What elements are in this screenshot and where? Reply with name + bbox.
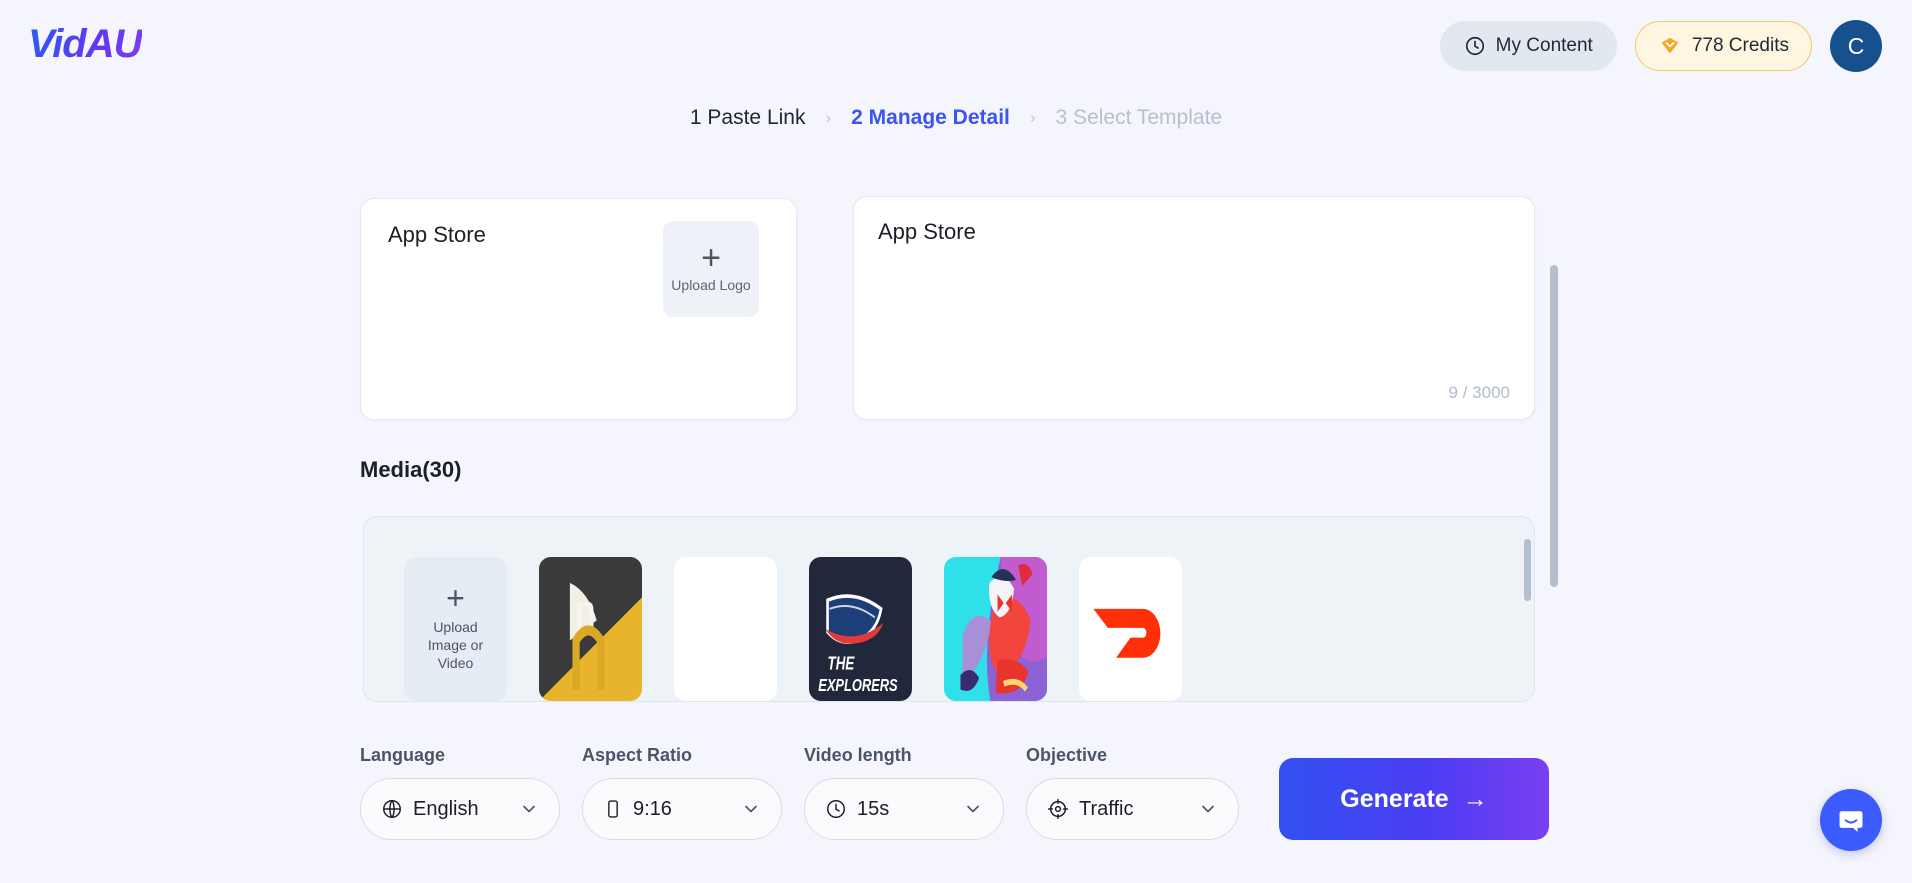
app-description-card[interactable]: App Store 9 / 3000 [853, 196, 1535, 420]
globe-icon [381, 798, 403, 820]
video-length-select[interactable]: 15s [804, 778, 1004, 840]
step-select-template[interactable]: 3 Select Template [1056, 106, 1223, 130]
svg-text:THE: THE [828, 653, 856, 674]
generation-controls: Language English Aspect Ratio 9:16 Video… [360, 745, 1549, 840]
doordash-app-icon [1079, 557, 1182, 701]
objective-label: Objective [1026, 745, 1108, 765]
language-select[interactable]: English [360, 778, 560, 840]
media-thumbnail[interactable] [1079, 557, 1182, 701]
plus-icon: + [701, 239, 721, 277]
nook-app-icon: n [539, 557, 642, 701]
objective-select[interactable]: Traffic [1026, 778, 1239, 840]
chevron-down-icon [519, 799, 539, 819]
user-avatar[interactable]: C [1830, 20, 1882, 72]
upload-logo-label: Upload Logo [671, 277, 751, 293]
language-control: Language English [360, 745, 560, 840]
chat-widget-button[interactable] [1820, 789, 1882, 851]
plus-icon: + [446, 579, 465, 616]
media-panel: + Upload Image or Video n THE EXPLORERS [363, 516, 1535, 702]
media-thumbnail-strip: + Upload Image or Video n THE EXPLORERS [404, 557, 1182, 701]
credits-button[interactable]: 778 Credits [1634, 21, 1812, 71]
video-length-value: 15s [857, 797, 890, 820]
character-counter: 9 / 3000 [1448, 383, 1510, 402]
app-page: VidAU My Content 778 Credits C 1 Paste L… [0, 0, 1912, 883]
video-length-label: Video length [804, 745, 912, 765]
app-description-value[interactable]: App Store [878, 219, 976, 245]
media-thumbnail[interactable]: n [539, 557, 642, 701]
language-label: Language [360, 745, 446, 765]
media-thumbnail[interactable] [944, 557, 1047, 701]
credits-label: 778 Credits [1691, 35, 1789, 56]
generate-label: Generate [1340, 784, 1449, 813]
game-character-app-icon [944, 557, 1047, 701]
aspect-ratio-value: 9:16 [633, 797, 672, 820]
phone-icon [603, 798, 623, 820]
upload-media-tile[interactable]: + Upload Image or Video [404, 557, 507, 701]
chevron-down-icon [963, 799, 983, 819]
step-separator-2: › [1029, 108, 1036, 127]
media-section-title: Media(30) [360, 457, 462, 482]
the-explorers-app-icon: THE EXPLORERS [809, 557, 912, 701]
target-icon [1047, 798, 1069, 820]
language-value: English [413, 797, 479, 820]
step-manage-detail[interactable]: 2 Manage Detail [851, 106, 1010, 130]
vidau-logo[interactable]: VidAU [28, 22, 143, 67]
objective-control: Objective Traffic [1026, 745, 1239, 840]
avatar-initial: C [1847, 32, 1865, 59]
aspect-ratio-select[interactable]: 9:16 [582, 778, 782, 840]
breadcrumb-stepper: 1 Paste Link › 2 Manage Detail › 3 Selec… [0, 106, 1912, 130]
objective-value: Traffic [1079, 797, 1134, 820]
step-separator-1: › [825, 108, 832, 127]
my-content-label: My Content [1495, 35, 1593, 56]
app-name-card[interactable]: App Store + Upload Logo [360, 198, 797, 420]
arrow-right-icon: → [1462, 784, 1488, 813]
chevron-down-icon [741, 799, 761, 819]
upload-logo-button[interactable]: + Upload Logo [663, 221, 759, 317]
svg-text:EXPLORERS: EXPLORERS [818, 676, 898, 696]
blank-white-thumbnail [674, 557, 777, 701]
clock-icon [1464, 35, 1486, 57]
page-scrollbar[interactable] [1550, 265, 1558, 587]
generate-button[interactable]: Generate → [1279, 758, 1549, 840]
my-content-button[interactable]: My Content [1439, 21, 1617, 71]
media-thumbnail[interactable]: THE EXPLORERS [809, 557, 912, 701]
clock-icon [825, 798, 847, 820]
chevron-down-icon [1198, 799, 1218, 819]
step-paste-link[interactable]: 1 Paste Link [690, 106, 806, 130]
media-thumbnail[interactable] [674, 557, 777, 701]
video-length-control: Video length 15s [804, 745, 1004, 840]
upload-media-label: Upload Image or Video [427, 618, 484, 672]
header-actions: My Content 778 Credits C [1439, 20, 1882, 72]
app-header: VidAU My Content 778 Credits C [0, 0, 1912, 100]
gem-icon [1658, 35, 1682, 57]
media-vertical-scrollbar[interactable] [1524, 539, 1531, 601]
aspect-ratio-label: Aspect Ratio [582, 745, 693, 765]
app-name-value[interactable]: App Store [388, 222, 486, 248]
chat-bubble-icon [1835, 804, 1867, 836]
aspect-ratio-control: Aspect Ratio 9:16 [582, 745, 782, 840]
